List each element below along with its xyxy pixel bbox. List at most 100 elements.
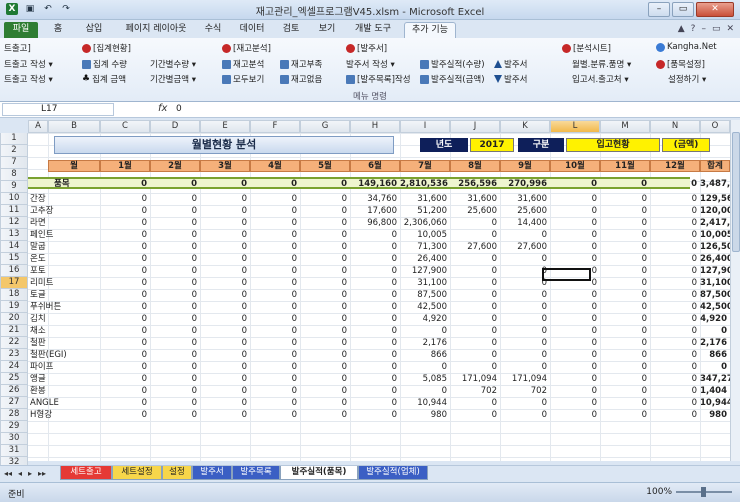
maximize-button[interactable]: ▭: [672, 2, 694, 17]
total-cell[interactable]: 0: [200, 178, 250, 190]
table-cell[interactable]: 0: [650, 229, 700, 241]
table-cell[interactable]: 0: [300, 337, 350, 349]
table-cell[interactable]: 2,176: [400, 337, 450, 349]
table-cell[interactable]: 0: [300, 385, 350, 397]
total-cell[interactable]: 0: [650, 178, 700, 190]
row-header-22[interactable]: 22: [0, 337, 28, 349]
table-cell[interactable]: 171,094: [450, 373, 500, 385]
table-cell[interactable]: 0: [600, 397, 650, 409]
table-cell[interactable]: 0: [500, 397, 550, 409]
table-cell[interactable]: 0: [350, 325, 400, 337]
table-cell[interactable]: 0: [350, 373, 400, 385]
table-cell[interactable]: 866: [400, 349, 450, 361]
column-header-e[interactable]: E: [200, 120, 250, 133]
last-sheet-icon[interactable]: ▸▸: [38, 469, 46, 478]
table-cell[interactable]: 0: [650, 265, 700, 277]
table-cell[interactable]: 0: [350, 229, 400, 241]
table-cell[interactable]: 0: [100, 301, 150, 313]
row-header-30[interactable]: 30: [0, 433, 28, 445]
scroll-thumb[interactable]: [732, 132, 740, 252]
ribbon-settings[interactable]: 설정하기 ▾: [668, 73, 706, 85]
table-cell[interactable]: 0: [150, 301, 200, 313]
tab-home[interactable]: 홈: [46, 22, 70, 38]
table-cell[interactable]: 0: [100, 313, 150, 325]
total-cell[interactable]: 0: [550, 178, 600, 190]
table-cell[interactable]: 2,176: [700, 337, 730, 349]
table-cell[interactable]: 0: [200, 205, 250, 217]
row-header-7[interactable]: 7: [0, 157, 28, 169]
table-cell[interactable]: 0: [500, 337, 550, 349]
table-cell[interactable]: 0: [400, 325, 450, 337]
row-header-25[interactable]: 25: [0, 373, 28, 385]
item-name[interactable]: 고추장: [30, 205, 90, 217]
table-cell[interactable]: 0: [600, 217, 650, 229]
table-cell[interactable]: 0: [200, 397, 250, 409]
tab-formulas[interactable]: 수식: [198, 22, 228, 38]
table-cell[interactable]: 51,200: [400, 205, 450, 217]
table-cell[interactable]: 0: [250, 229, 300, 241]
collapse-ribbon-icon[interactable]: ▲: [678, 24, 685, 34]
table-cell[interactable]: 0: [450, 229, 500, 241]
table-cell[interactable]: 0: [300, 193, 350, 205]
table-cell[interactable]: 0: [350, 385, 400, 397]
row-header-28[interactable]: 28: [0, 409, 28, 421]
ribbon-set-out-write-2[interactable]: 트출고 작성 ▾: [4, 73, 53, 85]
table-cell[interactable]: 27,600: [450, 241, 500, 253]
row-header-10[interactable]: 10: [0, 193, 28, 205]
table-cell[interactable]: 0: [200, 313, 250, 325]
ribbon-set-out-write-1[interactable]: 트출고 작성 ▾: [4, 58, 53, 70]
table-cell[interactable]: 0: [350, 265, 400, 277]
table-cell[interactable]: 71,300: [400, 241, 450, 253]
table-cell[interactable]: 0: [200, 241, 250, 253]
table-cell[interactable]: 0: [100, 373, 150, 385]
total-cell[interactable]: 3,487,288: [700, 178, 740, 190]
table-cell[interactable]: 0: [300, 253, 350, 265]
table-cell[interactable]: 0: [100, 193, 150, 205]
fx-icon[interactable]: fx: [158, 103, 167, 114]
table-cell[interactable]: 1,404: [700, 385, 730, 397]
table-cell[interactable]: 0: [300, 313, 350, 325]
table-cell[interactable]: 10,944: [400, 397, 450, 409]
table-cell[interactable]: 0: [550, 241, 600, 253]
table-cell[interactable]: 25,600: [500, 205, 550, 217]
table-cell[interactable]: 0: [150, 409, 200, 421]
table-cell[interactable]: 0: [600, 385, 650, 397]
table-cell[interactable]: 0: [650, 373, 700, 385]
table-cell[interactable]: 0: [200, 277, 250, 289]
table-cell[interactable]: 2,417,260: [700, 217, 740, 229]
name-box[interactable]: L17: [2, 103, 114, 116]
item-name[interactable]: ANGLE: [30, 397, 90, 409]
table-cell[interactable]: 0: [200, 253, 250, 265]
table-cell[interactable]: 0: [550, 229, 600, 241]
table-cell[interactable]: 0: [450, 397, 500, 409]
table-cell[interactable]: 0: [250, 205, 300, 217]
table-cell[interactable]: 129,560: [700, 193, 739, 205]
table-cell[interactable]: 0: [150, 253, 200, 265]
column-header-c[interactable]: C: [100, 120, 150, 133]
column-header-a[interactable]: A: [28, 120, 48, 133]
tab-insert[interactable]: 삽입: [80, 22, 108, 38]
table-cell[interactable]: 31,100: [400, 277, 450, 289]
column-header-g[interactable]: G: [300, 120, 350, 133]
table-cell[interactable]: 0: [100, 409, 150, 421]
row-header-8[interactable]: 8: [0, 169, 28, 181]
table-cell[interactable]: 0: [100, 397, 150, 409]
table-cell[interactable]: 0: [150, 337, 200, 349]
table-cell[interactable]: 0: [100, 337, 150, 349]
sheet-tab-order-result-item[interactable]: 발주실적(품목): [280, 466, 358, 480]
table-cell[interactable]: 14,400: [500, 217, 550, 229]
table-cell[interactable]: 4,920: [400, 313, 450, 325]
table-cell[interactable]: 0: [200, 349, 250, 361]
table-cell[interactable]: 0: [600, 313, 650, 325]
first-sheet-icon[interactable]: ◂◂: [4, 469, 12, 478]
ribbon-order-result-qty[interactable]: 발주실적(수량): [420, 58, 485, 70]
row-header-9[interactable]: 9: [0, 181, 28, 193]
column-header-d[interactable]: D: [150, 120, 200, 133]
table-cell[interactable]: 0: [150, 349, 200, 361]
table-cell[interactable]: 0: [650, 409, 700, 421]
table-cell[interactable]: 0: [450, 289, 500, 301]
table-cell[interactable]: 0: [150, 265, 200, 277]
table-cell[interactable]: 0: [600, 409, 650, 421]
table-cell[interactable]: 0: [100, 217, 150, 229]
table-cell[interactable]: 0: [500, 229, 550, 241]
